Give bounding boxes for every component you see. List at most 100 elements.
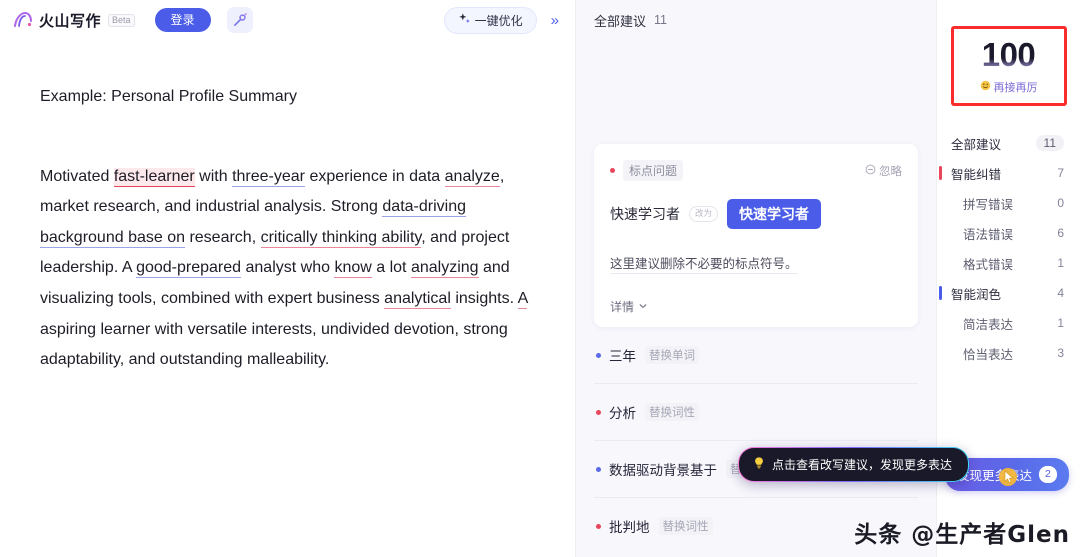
lightbulb-icon (752, 456, 766, 473)
detail-label: 详情 (610, 300, 635, 314)
suggestions-header-count: 11 (654, 13, 667, 27)
text-plain: with (194, 167, 233, 185)
stat-count: 4 (1057, 286, 1064, 300)
stat-group-bar (939, 196, 942, 210)
text-plain: analyst who (241, 259, 335, 277)
suggestion-row-dot-icon (596, 523, 601, 529)
optimize-label: 一键优化 (474, 13, 523, 28)
stat-row-智能纠错[interactable]: 智能纠错 7 (937, 158, 1080, 188)
ignore-label: 忽略 (879, 165, 902, 178)
stat-label: 智能纠错 (951, 167, 1002, 182)
suggestion-row-word: 分析 (609, 406, 636, 421)
score-subtitle-row: 再接再厉 (954, 79, 1064, 95)
stat-row-全部建议[interactable]: 全部建议 11 (937, 128, 1080, 158)
stat-label: 格式错误 (963, 257, 1014, 272)
suggestion-row-word: 批判地 (609, 520, 650, 535)
stat-group-bar (939, 286, 942, 300)
chevron-down-icon (638, 300, 648, 314)
score-card: 100 再接再厉 (950, 26, 1067, 106)
document-area[interactable]: Example: Personal Profile Summary Motiva… (0, 40, 575, 557)
suggestion-row[interactable]: 三年 替换单词 (594, 327, 918, 384)
stat-row-恰当表达[interactable]: 恰当表达 3 (937, 338, 1080, 368)
stat-row-简洁表达[interactable]: 简洁表达 1 (937, 308, 1080, 338)
text-plain: Motivated (40, 167, 114, 185)
app-root: 火山写作 Beta 登录 一键优化 » Example: Personal Pr… (0, 0, 1080, 557)
suggestion-row-kind: 替换词性 (645, 403, 699, 421)
stat-group-bar (939, 166, 942, 180)
stat-count: 1 (1057, 256, 1064, 270)
text-error-underline[interactable]: analytical (384, 289, 451, 309)
circle-minus-icon (865, 164, 876, 178)
sparkle-icon (458, 12, 471, 28)
suggestion-row-dot-icon (596, 466, 601, 472)
suggestion-row-dot-icon (596, 352, 601, 358)
stat-count: 0 (1057, 196, 1064, 210)
discover-badge: 2 (1039, 466, 1057, 483)
stat-label: 智能润色 (951, 287, 1002, 302)
text-error-underline[interactable]: critically thinking ability (260, 228, 422, 248)
score-value: 100 (954, 38, 1064, 71)
text-plain: research, (185, 228, 261, 246)
stat-count: 6 (1057, 226, 1064, 240)
watermark: 头条 @生产者Glen (854, 522, 1070, 548)
document-paragraph[interactable]: Motivated fast-learner with three-year e… (40, 162, 537, 376)
stat-group-bar (939, 256, 942, 270)
text-plain: insights. (450, 289, 518, 307)
suggestions-header: 全部建议 11 (576, 0, 936, 40)
stat-row-格式错误[interactable]: 格式错误 1 (937, 248, 1080, 278)
double-chevron-right-icon[interactable]: » (545, 13, 565, 28)
stat-count: 7 (1057, 166, 1064, 180)
detail-toggle[interactable]: 详情 (610, 298, 902, 315)
stat-label: 恰当表达 (963, 347, 1014, 362)
one-click-optimize-button[interactable]: 一键优化 (443, 6, 537, 34)
replacement-row: 快速学习者 改为 快速学习者 (610, 199, 902, 229)
text-error-highlight[interactable]: fast-learner (113, 167, 195, 187)
suggestion-category-label: 标点问题 (623, 160, 684, 181)
stats-list: 全部建议 11 智能纠错 7 拼写错误 0 语法错误 6 格式错误 1 智能润色 4 简洁表达 1 恰当表达… (937, 128, 1080, 368)
text-error-underline[interactable]: know (334, 259, 372, 279)
suggestion-card[interactable]: 标点问题 忽略 快速学习者 改为 快速学习者 这里建议删除不必要的标点符号。 详… (594, 144, 918, 327)
stat-count: 1 (1057, 316, 1064, 330)
score-subtitle: 再接再厉 (993, 82, 1038, 94)
text-error-underline[interactable]: analyze (444, 167, 500, 187)
suggestion-row-kind: 替换词性 (658, 517, 713, 535)
text-polish-underline[interactable]: good-prepared (136, 259, 242, 279)
text-error-underline[interactable]: A (517, 289, 528, 309)
category-dot-icon (610, 168, 615, 173)
suggestion-description: 这里建议删除不必要的标点符号。 (610, 253, 798, 274)
suggestions-header-label: 全部建议 (594, 13, 647, 29)
stat-label: 简洁表达 (963, 317, 1014, 332)
suggestion-row-dot-icon (596, 409, 601, 415)
stat-count: 3 (1057, 346, 1064, 360)
stat-row-语法错误[interactable]: 语法错误 6 (937, 218, 1080, 248)
document-title: Example: Personal Profile Summary (40, 88, 297, 105)
login-button[interactable]: 登录 (154, 7, 211, 33)
replace-arrow-icon: 改为 (689, 206, 719, 222)
volcano-logo-icon (12, 9, 34, 31)
stat-row-拼写错误[interactable]: 拼写错误 0 (937, 188, 1080, 218)
text-error-underline[interactable]: analyzing (410, 259, 479, 279)
stat-count: 11 (1035, 135, 1064, 151)
replacement-chip[interactable]: 快速学习者 (727, 199, 822, 229)
text-plain: aspiring learner with versatile interest… (40, 320, 508, 369)
brand: 火山写作 Beta (12, 9, 135, 31)
ignore-button[interactable]: 忽略 (865, 163, 902, 179)
text-plain: experience in data (305, 167, 445, 185)
stat-group-bar (939, 226, 942, 240)
text-polish-underline[interactable]: three-year (232, 167, 305, 187)
suggestion-row-kind: 替换单词 (645, 346, 699, 364)
hint-tooltip: 点击查看改写建议，发现更多表达 (738, 447, 969, 482)
stat-label: 语法错误 (963, 227, 1014, 242)
text-plain: a lot (371, 259, 411, 277)
stat-group-bar (939, 136, 942, 150)
suggestion-row[interactable]: 分析 替换词性 (594, 384, 918, 441)
stat-label: 全部建议 (951, 137, 1002, 152)
suggestion-row-word: 三年 (609, 349, 636, 364)
original-text: 快速学习者 (610, 206, 680, 222)
suggestion-row-word: 数据驱动背景基于 (609, 463, 717, 478)
stat-row-智能润色[interactable]: 智能润色 4 (937, 278, 1080, 308)
top-toolbar: 火山写作 Beta 登录 一键优化 » (0, 0, 575, 40)
stat-label: 拼写错误 (963, 197, 1014, 212)
magic-wand-icon[interactable] (226, 7, 253, 33)
tooltip-text: 点击查看改写建议，发现更多表达 (772, 458, 953, 472)
